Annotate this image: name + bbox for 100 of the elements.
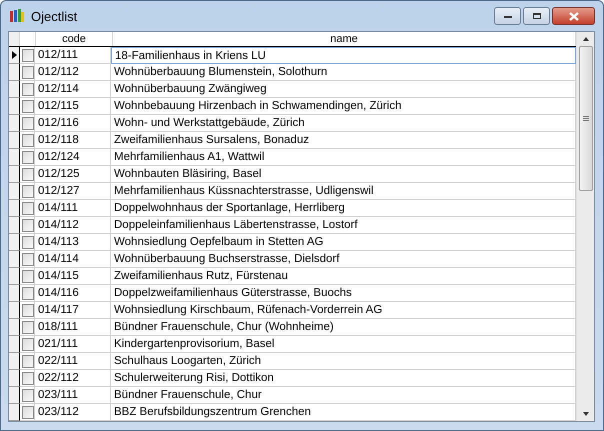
table-cell: 021/111 (35, 336, 111, 353)
table-cell: 023/112 (35, 404, 111, 421)
maximize-button[interactable] (523, 7, 550, 25)
checkbox[interactable] (22, 218, 34, 232)
table-cell: Zweifamilienhaus Rutz, Fürstenau (111, 268, 576, 285)
table-cell: 012/127 (35, 183, 111, 200)
table-cell: Bündner Frauenschule, Chur (111, 387, 576, 404)
checkbox[interactable] (22, 372, 34, 384)
checkbox[interactable] (22, 82, 34, 96)
row-indicator[interactable] (9, 353, 20, 370)
table-cell: Mehrfamilienhaus A1, Wattwil (111, 149, 576, 166)
row-indicator[interactable] (9, 64, 20, 81)
table-cell: 022/111 (35, 353, 111, 370)
minimize-icon (502, 13, 512, 19)
checkbox[interactable] (22, 406, 34, 418)
table-cell: Wohnbauten Bläsiring, Basel (111, 166, 576, 183)
checkbox[interactable] (22, 354, 34, 368)
row-indicator[interactable] (9, 387, 20, 404)
table-cell: 012/115 (35, 98, 111, 115)
table-cell: 014/114 (35, 251, 111, 268)
current-row-icon (12, 51, 16, 59)
table-cell: 012/112 (35, 64, 111, 81)
row-indicator[interactable] (9, 183, 20, 200)
row-indicator[interactable] (9, 200, 20, 217)
table-cell: Wohnbebauung Hirzenbach in Schwamendingen, Zürich (111, 98, 576, 115)
row-indicator[interactable] (9, 217, 20, 234)
row-indicator[interactable] (9, 115, 20, 132)
table-cell: Mehrfamilienhaus Küssnachterstrasse, Udligenswil (111, 183, 576, 200)
table-cell: 014/112 (35, 217, 111, 234)
app-icon (9, 8, 25, 24)
table-cell: 012/125 (35, 166, 111, 183)
table-cell: 023/111 (35, 387, 111, 404)
table-cell: Doppelwohnhaus der Sportanlage, Herrliberg (111, 200, 576, 217)
table-cell: 014/115 (35, 268, 111, 285)
row-indicator[interactable] (9, 47, 20, 64)
table-cell: Wohnüberbauung Blumenstein, Solothurn (111, 64, 576, 81)
table-cell: Zweifamilienhaus Sursalens, Bonaduz (111, 132, 576, 149)
checkbox[interactable] (22, 168, 34, 180)
row-indicator[interactable] (9, 319, 20, 336)
table-cell: 012/114 (35, 81, 111, 98)
header-cell (9, 32, 20, 46)
table-cell: 014/113 (35, 234, 111, 251)
table-cell: 012/116 (35, 115, 111, 132)
checkbox[interactable] (22, 202, 34, 214)
table-cell: Doppelzweifamilienhaus Güterstrasse, Buochs (111, 285, 576, 302)
checkbox[interactable] (22, 184, 34, 198)
table-cell: Wohnüberbauung Buchserstrasse, Dielsdorf (111, 251, 576, 268)
table-cell: Schulhaus Loogarten, Zürich (111, 353, 576, 370)
table-cell: 022/112 (35, 370, 111, 387)
table-cell: Wohnsiedlung Oepfelbaum in Stetten AG (111, 234, 576, 251)
row-indicator[interactable] (9, 234, 20, 251)
checkbox[interactable] (22, 270, 34, 282)
checkbox[interactable] (22, 304, 34, 316)
table-cell: Doppeleinfamilienhaus Läbertenstrasse, Lostorf (111, 217, 576, 234)
row-indicator[interactable] (9, 302, 20, 319)
checkbox[interactable] (22, 338, 34, 350)
row-indicator[interactable] (9, 149, 20, 166)
row-indicator[interactable] (9, 336, 20, 353)
row-indicator[interactable] (9, 166, 20, 183)
checkbox[interactable] (22, 286, 34, 300)
checkbox[interactable] (22, 320, 34, 334)
table-cell: 012/111 (35, 47, 111, 64)
checkbox[interactable] (22, 48, 34, 62)
table-cell: 18-Familienhaus in Kriens LU (111, 47, 576, 64)
column-header[interactable]: code (36, 32, 113, 46)
close-button[interactable] (552, 7, 595, 25)
checkbox[interactable] (22, 236, 34, 248)
table-cell: 012/118 (35, 132, 111, 149)
checkbox[interactable] (22, 134, 34, 146)
table-cell: Schulerweiterung Risi, Dottikon (111, 370, 576, 387)
checkbox[interactable] (22, 116, 34, 130)
table-cell: Wohnüberbauung Zwängiweg (111, 81, 576, 98)
checkbox[interactable] (22, 66, 34, 78)
checkbox[interactable] (22, 150, 34, 164)
table-cell: 018/111 (35, 319, 111, 336)
maximize-icon (532, 12, 542, 20)
table-cell: Kindergartenprovisorium, Basel (111, 336, 576, 353)
row-indicator[interactable] (9, 370, 20, 387)
row-indicator[interactable] (9, 268, 20, 285)
close-icon (568, 12, 580, 20)
table-cell: BBZ Berufsbildungszentrum Grenchen (111, 404, 576, 421)
row-indicator[interactable] (9, 132, 20, 149)
checkbox[interactable] (22, 100, 34, 112)
table-cell: Bündner Frauenschule, Chur (Wohnheime) (111, 319, 576, 336)
table-cell: Wohn- und Werkstattgebäude, Zürich (111, 115, 576, 132)
table-cell: 012/124 (35, 149, 111, 166)
window-title: Ojectlist (31, 8, 78, 24)
table-cell: 014/117 (35, 302, 111, 319)
checkbox[interactable] (22, 388, 34, 402)
minimize-button[interactable] (494, 7, 521, 25)
table-cell: Wohnsiedlung Kirschbaum, Rüfenach-Vorderrein AG (111, 302, 576, 319)
scroll-thumb[interactable] (578, 46, 592, 191)
vertical-scrollbar[interactable] (576, 32, 594, 421)
row-indicator[interactable] (9, 98, 20, 115)
checkbox[interactable] (22, 252, 34, 266)
row-indicator[interactable] (9, 81, 20, 98)
row-indicator[interactable] (9, 285, 20, 302)
row-indicator[interactable] (9, 404, 20, 421)
row-indicator[interactable] (9, 251, 20, 268)
table-cell: 014/116 (35, 285, 111, 302)
